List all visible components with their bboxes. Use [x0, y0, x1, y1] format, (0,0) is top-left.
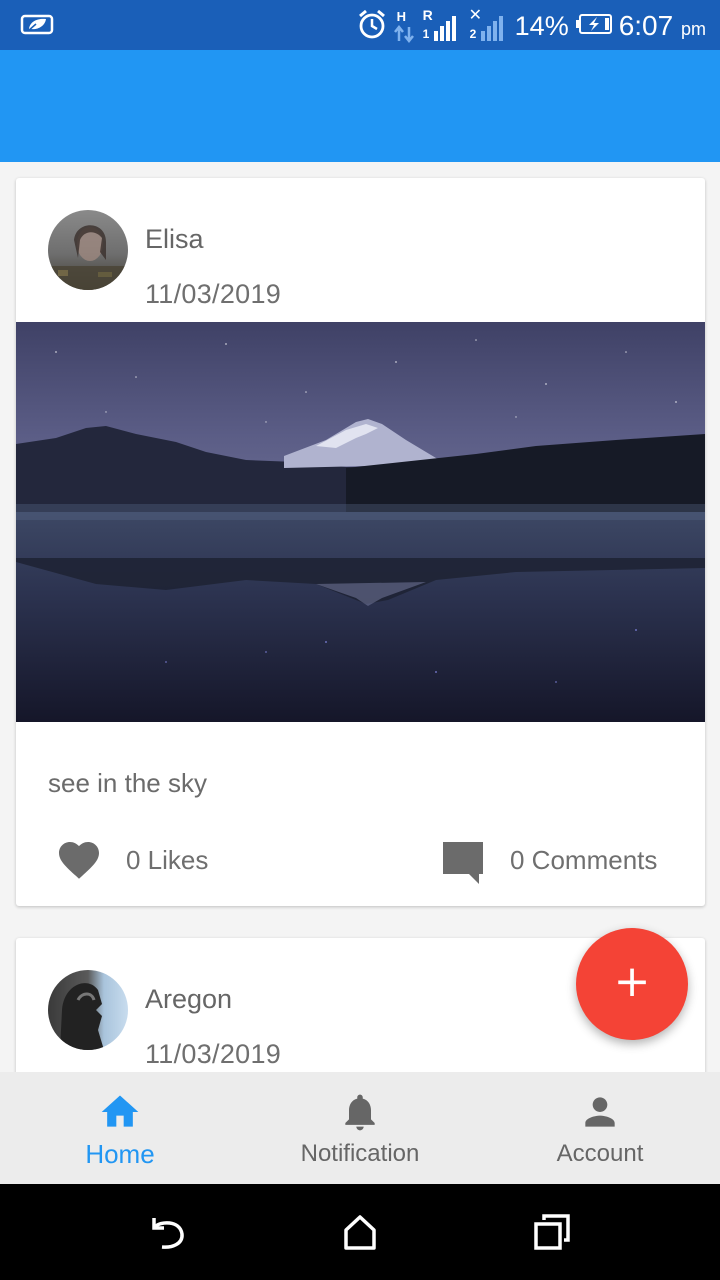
- back-icon[interactable]: [146, 1212, 190, 1252]
- post-text: see in the sky: [48, 768, 207, 798]
- home-system-icon[interactable]: [338, 1212, 382, 1252]
- post-image[interactable]: [16, 322, 705, 722]
- bottom-navigation: Home Notification Account: [0, 1072, 720, 1184]
- recents-icon[interactable]: [530, 1212, 574, 1252]
- app-bar: [0, 50, 720, 162]
- data-arrows-icon: H: [393, 9, 415, 43]
- avatar[interactable]: [48, 970, 128, 1050]
- clock: 6:07 pm: [618, 10, 706, 41]
- avatar[interactable]: [48, 210, 128, 290]
- comment-button[interactable]: 0 Comments: [438, 836, 657, 884]
- comment-icon: [443, 842, 483, 884]
- battery-percent: 14%: [514, 10, 569, 41]
- signal-sim1-icon: R 1: [421, 7, 461, 43]
- person-icon: [585, 1097, 615, 1127]
- plus-icon: +: [613, 956, 651, 1007]
- heart-icon: [59, 842, 99, 879]
- system-navigation-bar: [0, 1184, 720, 1280]
- nav-notification-label: Notification: [300, 1140, 420, 1167]
- signal-sim2-icon: ✕ 2: [467, 7, 509, 43]
- battery-charging-icon: [575, 13, 613, 40]
- post-author[interactable]: Elisa: [145, 224, 204, 255]
- nav-notification[interactable]: Notification: [240, 1072, 480, 1184]
- nav-home-label: Home: [85, 1139, 155, 1169]
- post-date: 11/03/2019: [145, 1039, 282, 1069]
- nav-account-label: Account: [556, 1140, 644, 1167]
- status-bar: H R 1 ✕ 2 14% 6:07 pm: [0, 0, 720, 50]
- home-icon: [101, 1095, 139, 1127]
- post-card[interactable]: Elisa 11/03/2019 see in the sky 0 Likes …: [16, 178, 705, 906]
- post-date: 11/03/2019: [145, 279, 282, 309]
- add-post-button[interactable]: +: [576, 928, 688, 1040]
- like-button[interactable]: 0 Likes: [54, 836, 208, 884]
- alarm-icon: [357, 8, 387, 45]
- bell-icon: [345, 1094, 375, 1131]
- nav-account[interactable]: Account: [480, 1072, 720, 1184]
- nav-home[interactable]: Home: [0, 1072, 240, 1184]
- post-author[interactable]: Aregon: [145, 984, 232, 1015]
- comments-count: 0 Comments: [510, 844, 658, 875]
- leaf-notification-icon: [20, 12, 54, 41]
- likes-count: 0 Likes: [126, 844, 209, 875]
